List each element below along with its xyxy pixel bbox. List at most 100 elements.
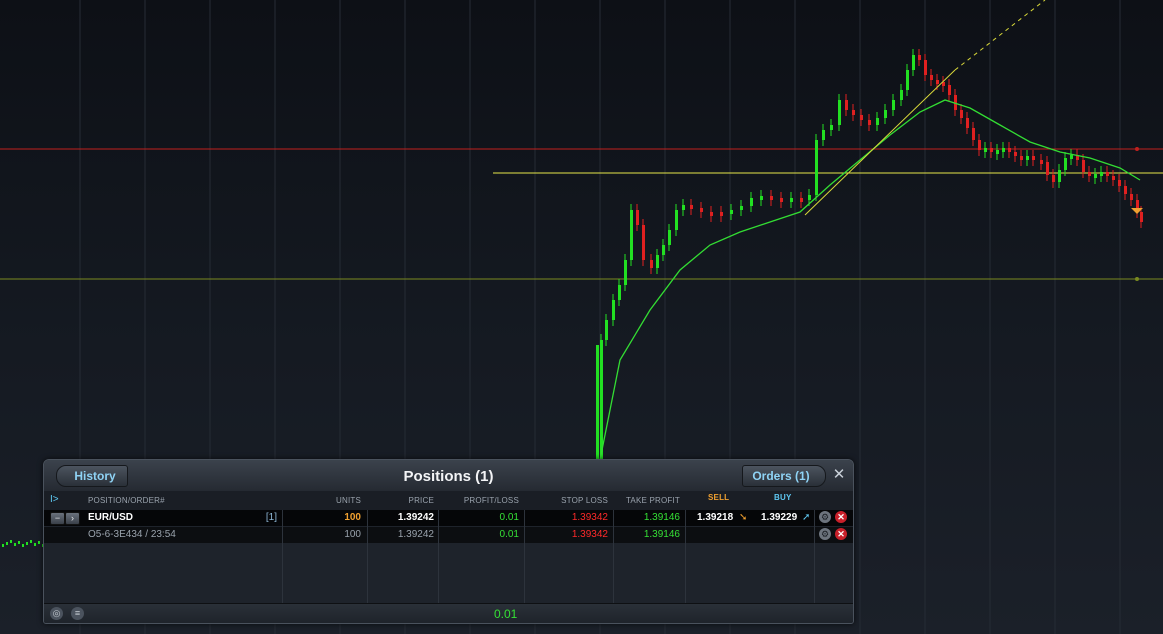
order-id: O5-6-3E434 / 23:54 xyxy=(88,529,176,540)
candle-body xyxy=(1008,148,1011,152)
candle-body xyxy=(978,140,981,150)
candle-body xyxy=(936,80,939,84)
orders-button[interactable]: Orders (1) xyxy=(742,465,826,487)
col-sell: SELL xyxy=(708,493,730,502)
position-price: 1.39242 xyxy=(397,512,434,523)
candle-body xyxy=(690,205,693,209)
buy-price[interactable]: 1.39229 xyxy=(761,512,797,523)
expand-all-icon[interactable]: I> xyxy=(50,494,59,505)
candle-body xyxy=(770,196,773,200)
price-levels xyxy=(0,147,1163,281)
chart-annotations xyxy=(804,0,1143,216)
candle-body xyxy=(1140,212,1143,222)
col-stop-loss: STOP LOSS xyxy=(561,496,608,505)
candle-body xyxy=(822,130,825,140)
order-take-profit[interactable]: 1.39146 xyxy=(614,529,680,540)
candle-body xyxy=(740,206,743,210)
close-order-icon[interactable]: ✕ xyxy=(835,528,847,540)
col-position: POSITION/ORDER# xyxy=(88,496,165,505)
candle xyxy=(10,540,12,543)
candle-body xyxy=(906,70,909,90)
order-row[interactable]: O5-6-3E434 / 23:54 100 1.39242 0.01 1.39… xyxy=(44,527,853,543)
settings-icon[interactable]: ◎ xyxy=(50,607,63,620)
candle-body xyxy=(884,110,887,118)
candle-body xyxy=(808,195,811,200)
col-units: UNITS xyxy=(336,496,361,505)
candle-body xyxy=(710,212,713,216)
order-profit-loss: 0.01 xyxy=(499,529,519,540)
trendline-extension xyxy=(954,0,1046,71)
candle xyxy=(26,542,28,545)
print-icon[interactable]: ≡ xyxy=(71,607,84,620)
column-divider xyxy=(524,510,525,603)
candle-body xyxy=(618,285,621,300)
moving-average-line xyxy=(599,99,1141,461)
candle-body xyxy=(1130,194,1133,200)
candle-body xyxy=(668,230,671,245)
buy-arrow-icon: ➚ xyxy=(802,512,811,523)
candle-body xyxy=(996,150,999,154)
candle-body xyxy=(636,210,639,225)
level-marker xyxy=(1135,147,1139,151)
positions-titlebar: History Positions (1) Orders (1) ✕ xyxy=(44,460,853,492)
collapse-icon[interactable]: − xyxy=(50,512,65,525)
position-take-profit[interactable]: 1.39146 xyxy=(614,512,680,523)
candle-body xyxy=(990,148,993,152)
candle-body xyxy=(1064,158,1067,170)
candle-body xyxy=(924,60,927,75)
candle-body xyxy=(948,85,951,95)
candle-body xyxy=(780,198,783,202)
candle-body xyxy=(650,260,653,268)
col-buy: BUY xyxy=(774,493,792,502)
candle-body xyxy=(760,196,763,200)
candle-body xyxy=(972,128,975,140)
candle-body xyxy=(1070,155,1073,159)
candle-body xyxy=(700,208,703,212)
candle xyxy=(18,541,20,544)
candle-body xyxy=(605,320,608,340)
position-count: [1] xyxy=(265,512,277,523)
candle-body xyxy=(596,345,599,460)
panel-title: Positions (1) xyxy=(403,468,494,485)
gear-icon[interactable]: ⚙ xyxy=(819,528,831,540)
candle-body xyxy=(630,210,633,260)
candle-body xyxy=(612,300,615,320)
close-position-icon[interactable]: ✕ xyxy=(835,511,847,523)
column-divider xyxy=(613,510,614,603)
candle-body xyxy=(1088,172,1091,176)
sell-price[interactable]: 1.39218 xyxy=(697,512,733,523)
candle-body xyxy=(960,110,963,118)
position-stop-loss[interactable]: 1.39342 xyxy=(544,512,608,523)
candle-body xyxy=(838,100,841,125)
moving-average xyxy=(599,99,1141,461)
candle-body xyxy=(1032,156,1035,160)
candle-body xyxy=(1026,156,1029,160)
candle-body xyxy=(1020,156,1023,160)
candle-body xyxy=(720,212,723,216)
candle-body xyxy=(730,210,733,214)
candle-body xyxy=(815,140,818,195)
candle-body xyxy=(1014,152,1017,156)
total-profit-loss: 0.01 xyxy=(494,607,518,621)
column-divider xyxy=(685,510,686,603)
close-icon[interactable]: ✕ xyxy=(832,467,846,483)
candle-body xyxy=(800,198,803,202)
candle-body xyxy=(1124,186,1127,194)
candle-body xyxy=(868,120,871,125)
chevron-right-icon[interactable]: › xyxy=(65,512,80,525)
trendline xyxy=(804,69,956,216)
candle-body xyxy=(1082,160,1085,172)
candle-body xyxy=(912,55,915,70)
position-row[interactable]: − › EUR/USD [1] 100 1.39242 0.01 1.39342… xyxy=(44,510,853,526)
sell-arrow-icon: ➘ xyxy=(739,512,748,523)
candle-body xyxy=(918,55,921,60)
col-take-profit: TAKE PROFIT xyxy=(625,496,680,505)
gear-icon[interactable]: ⚙ xyxy=(819,511,831,523)
candle-body xyxy=(1100,172,1103,176)
order-stop-loss[interactable]: 1.39342 xyxy=(544,529,608,540)
position-units: 100 xyxy=(344,512,361,523)
candle-body xyxy=(1118,180,1121,186)
candle-body xyxy=(876,118,879,125)
col-profit-loss: PROFIT/LOSS xyxy=(463,496,519,505)
order-units: 100 xyxy=(344,529,361,540)
